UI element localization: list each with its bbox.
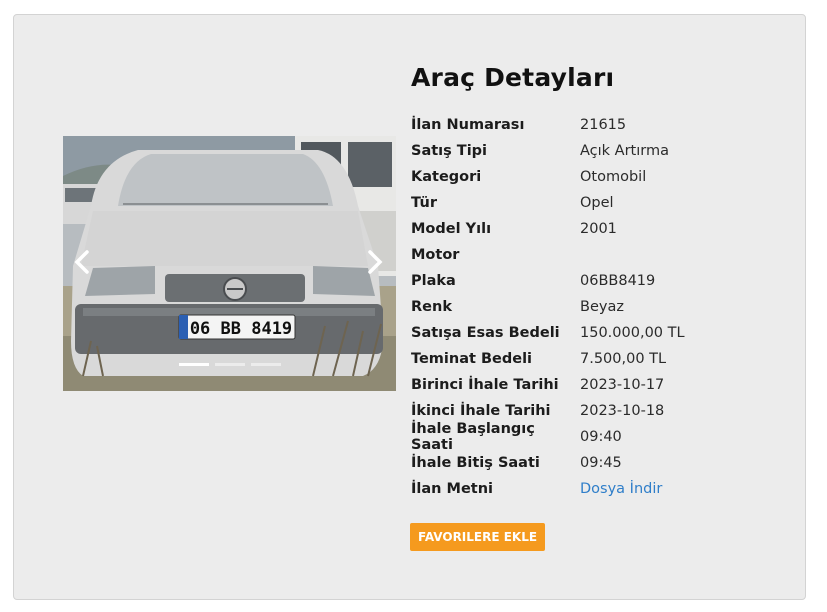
detail-value: 21615	[580, 117, 627, 133]
detail-row-plaka: Plaka 06BB8419	[411, 268, 791, 294]
detail-label: İlan Numarası	[411, 117, 525, 133]
carousel-next-button[interactable]	[362, 248, 386, 276]
detail-row-teminat-bedeli: Teminat Bedeli 7.500,00 TL	[411, 346, 791, 372]
detail-label: Kategori	[411, 169, 482, 185]
detail-value: 09:45	[580, 455, 622, 471]
detail-value: 2023-10-18	[580, 403, 665, 419]
detail-label: Motor	[411, 247, 460, 263]
carousel-indicator-2[interactable]	[214, 363, 245, 366]
detail-row-ihale-baslangic-saati: İhale Başlangıç Saati 09:40	[411, 421, 791, 453]
detail-label: İhale Başlangıç Saati	[411, 421, 535, 453]
detail-label: Model Yılı	[411, 221, 492, 237]
detail-label: İhale Bitiş Saati	[411, 455, 540, 471]
vehicle-detail-card: 06 BB 8419 Araç Detayları İlan Numarası …	[13, 14, 806, 600]
license-plate-text: 06 BB 8419	[190, 319, 292, 339]
detail-value: 2023-10-17	[580, 377, 665, 393]
detail-row-ihale-bitis-saati: İhale Bitiş Saati 09:45	[411, 450, 791, 476]
detail-row-satisa-esas-bedeli: Satışa Esas Bedeli 150.000,00 TL	[411, 320, 791, 346]
detail-row-ilan-metni: İlan Metni Dosya İndir	[411, 476, 791, 502]
add-to-favorites-button[interactable]: FAVORILERE EKLE	[410, 523, 546, 551]
detail-label: Birinci İhale Tarihi	[411, 377, 559, 393]
detail-label: Satış Tipi	[411, 143, 488, 159]
detail-value: Opel	[580, 195, 614, 211]
detail-row-renk: Renk Beyaz	[411, 294, 791, 320]
carousel-indicator-1[interactable]	[178, 363, 209, 366]
vehicle-details-list: İlan Numarası 21615 Satış Tipi Açık Artı…	[411, 112, 791, 502]
detail-value: 7.500,00 TL	[580, 351, 667, 367]
chevron-right-icon	[368, 250, 383, 274]
detail-label: Teminat Bedeli	[411, 351, 533, 367]
detail-row-birinci-ihale-tarihi: Birinci İhale Tarihi 2023-10-17	[411, 372, 791, 398]
chevron-left-icon	[74, 250, 89, 274]
page-title: Araç Detayları	[411, 63, 615, 92]
carousel-indicator-3[interactable]	[250, 363, 281, 366]
carousel-indicators	[63, 363, 396, 366]
download-file-link[interactable]: Dosya İndir	[580, 481, 662, 497]
detail-row-kategori: Kategori Otomobil	[411, 164, 791, 190]
detail-row-motor: Motor	[411, 242, 791, 268]
detail-label: İkinci İhale Tarihi	[411, 403, 551, 419]
detail-label: İlan Metni	[411, 481, 494, 497]
detail-value: Otomobil	[580, 169, 647, 185]
vehicle-image-carousel[interactable]: 06 BB 8419	[63, 136, 396, 391]
detail-row-satis-tipi: Satış Tipi Açık Artırma	[411, 138, 791, 164]
detail-value: Açık Artırma	[580, 143, 669, 159]
detail-label: Tür	[411, 195, 437, 211]
vehicle-photo: 06 BB 8419	[63, 136, 396, 391]
detail-label: Satışa Esas Bedeli	[411, 325, 560, 341]
detail-value: 06BB8419	[580, 273, 656, 289]
detail-value: 09:40	[580, 429, 622, 445]
detail-label: Renk	[411, 299, 452, 315]
carousel-prev-button[interactable]	[71, 248, 95, 276]
detail-value: 2001	[580, 221, 617, 237]
detail-value: 150.000,00 TL	[580, 325, 685, 341]
detail-label: Plaka	[411, 273, 456, 289]
detail-row-ilan-numarasi: İlan Numarası 21615	[411, 112, 791, 138]
detail-row-tur: Tür Opel	[411, 190, 791, 216]
detail-value: Beyaz	[580, 299, 624, 315]
detail-row-model-yili: Model Yılı 2001	[411, 216, 791, 242]
